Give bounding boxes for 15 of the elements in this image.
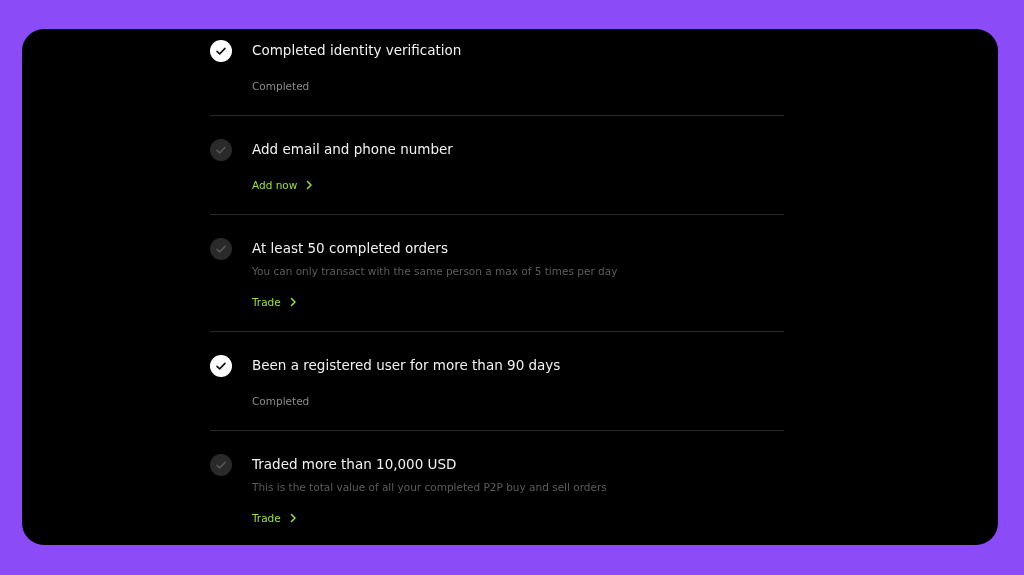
requirement-title: Completed identity verification (252, 41, 462, 60)
requirement-title: Traded more than 10,000 USD (252, 455, 457, 474)
requirement-title: At least 50 completed orders (252, 239, 448, 258)
status-text: Completed (252, 394, 310, 409)
action-link[interactable]: Trade (252, 510, 297, 526)
requirement-note: This is the total value of all your completed P2P buy and sell orders (252, 480, 607, 494)
chevron-right-icon (305, 180, 314, 190)
chevron-right-icon (288, 297, 297, 307)
requirement-title: Add email and phone number (252, 140, 453, 159)
action-link[interactable]: Add now (252, 177, 314, 193)
requirement-title: Been a registered user for more than 90 days (252, 356, 561, 375)
requirement-note: You can only transact with the same person a max of 5 times per day (252, 264, 618, 278)
chevron-right-icon (288, 513, 297, 523)
status-text: Completed (252, 79, 310, 94)
action-link[interactable]: Trade (252, 294, 297, 310)
